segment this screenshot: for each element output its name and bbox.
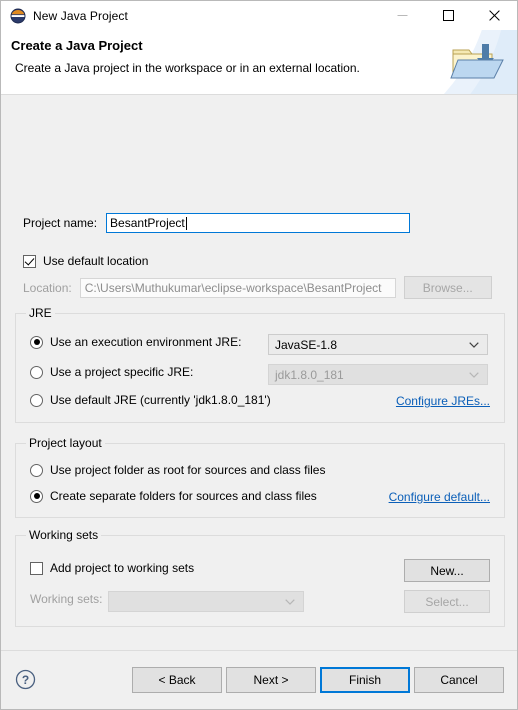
jre-project-specific-radio[interactable] <box>30 365 43 379</box>
jre-project-specific-value: jdk1.8.0_181 <box>275 367 344 382</box>
jre-group-title: JRE <box>26 306 55 320</box>
jre-option-default[interactable]: Use default JRE (currently 'jdk1.8.0_181… <box>30 393 271 407</box>
cancel-button[interactable]: Cancel <box>414 667 504 693</box>
new-working-set-button[interactable]: New... <box>404 559 490 582</box>
window-title: New Java Project <box>33 8 128 23</box>
jre-exec-env-radio[interactable] <box>30 335 43 349</box>
title-bar: New Java Project <box>1 1 517 30</box>
jre-group: JRE Use an execution environment JRE: Ja… <box>15 306 505 423</box>
jre-exec-env-combo[interactable]: JavaSE-1.8 <box>268 334 488 355</box>
use-default-location-label: Use default location <box>43 254 149 268</box>
location-input: C:\Users\Muthukumar\eclipse-workspace\Be… <box>79 277 396 298</box>
maximize-icon[interactable] <box>425 1 471 30</box>
jre-project-specific-label: Use a project specific JRE: <box>50 365 194 379</box>
working-sets-list-row: Working sets: <box>30 592 102 606</box>
layout-option-separate-folders[interactable]: Create separate folders for sources and … <box>30 489 317 503</box>
select-working-set-label: Select... <box>425 594 469 609</box>
back-label: < Back <box>158 673 196 687</box>
svg-text:?: ? <box>22 673 29 687</box>
help-icon[interactable]: ? <box>15 669 36 690</box>
browse-label: Browse... <box>422 280 473 295</box>
browse-button: Browse... <box>403 276 492 299</box>
use-default-location-row[interactable]: Use default location <box>23 254 148 268</box>
location-label: Location: <box>23 280 72 295</box>
layout-separate-folders-label: Create separate folders for sources and … <box>50 489 317 503</box>
layout-option-project-folder[interactable]: Use project folder as root for sources a… <box>30 463 325 477</box>
layout-separate-folders-radio[interactable] <box>30 489 43 503</box>
dialog-header: Create a Java Project Create a Java proj… <box>1 30 517 95</box>
working-sets-group: Working sets Add project to working sets… <box>15 528 505 627</box>
working-sets-combo <box>108 591 304 612</box>
back-button[interactable]: < Back <box>132 667 222 693</box>
java-project-icon <box>10 8 26 24</box>
chevron-down-icon <box>469 365 479 384</box>
close-icon[interactable] <box>471 1 517 30</box>
dialog-body: Project name: BesantProject Use default … <box>1 95 517 650</box>
add-to-working-sets-checkbox[interactable] <box>30 561 43 575</box>
next-button[interactable]: Next > <box>226 667 316 693</box>
jre-exec-env-label: Use an execution environment JRE: <box>50 335 242 349</box>
finish-label: Finish <box>348 673 381 687</box>
configure-jres-link[interactable]: Configure JREs... <box>396 394 490 408</box>
add-to-working-sets-label: Add project to working sets <box>50 561 195 575</box>
jre-default-radio[interactable] <box>30 393 43 407</box>
cancel-label: Cancel <box>440 673 478 687</box>
jre-exec-env-value: JavaSE-1.8 <box>275 337 338 352</box>
configure-default-link[interactable]: Configure default... <box>389 490 490 504</box>
page-description: Create a Java project in the workspace o… <box>15 61 360 75</box>
working-sets-group-title: Working sets <box>26 528 102 542</box>
project-name-value: BesantProject <box>110 216 185 230</box>
window-controls <box>379 1 517 30</box>
chevron-down-icon <box>285 592 295 611</box>
project-name-label: Project name: <box>23 216 98 230</box>
new-working-set-label: New... <box>430 563 464 578</box>
jre-project-specific-combo: jdk1.8.0_181 <box>268 364 488 385</box>
page-title: Create a Java Project <box>11 38 143 53</box>
chevron-down-icon <box>469 335 479 354</box>
project-name-input[interactable]: BesantProject <box>106 213 411 233</box>
new-java-project-dialog: New Java Project Create a Java Project C… <box>0 0 518 710</box>
new-folder-icon <box>450 44 504 79</box>
dialog-footer: ? < Back Next > Finish Cancel <box>1 650 517 709</box>
project-layout-group-title: Project layout <box>26 436 105 450</box>
footer-buttons: < Back Next > Finish Cancel <box>132 667 504 693</box>
finish-button[interactable]: Finish <box>320 667 410 693</box>
working-sets-list-label: Working sets: <box>30 592 103 606</box>
jre-option-execution-environment[interactable]: Use an execution environment JRE: <box>30 335 241 349</box>
location-row: Location: C:\Users\Muthukumar\eclipse-wo… <box>23 276 492 299</box>
add-to-working-sets-row[interactable]: Add project to working sets <box>30 561 194 575</box>
use-default-location-checkbox[interactable] <box>23 254 36 268</box>
select-working-set-button: Select... <box>404 590 490 613</box>
next-label: Next > <box>253 673 289 687</box>
layout-project-folder-radio[interactable] <box>30 463 43 477</box>
jre-default-label: Use default JRE (currently 'jdk1.8.0_181… <box>50 393 271 407</box>
project-layout-group: Project layout Use project folder as roo… <box>15 436 505 518</box>
location-value: C:\Users\Muthukumar\eclipse-workspace\Be… <box>84 280 382 295</box>
jre-option-project-specific[interactable]: Use a project specific JRE: <box>30 365 193 379</box>
text-caret <box>185 216 187 230</box>
project-name-row: Project name: BesantProject <box>23 213 411 233</box>
minimize-icon[interactable] <box>379 1 425 30</box>
layout-project-folder-label: Use project folder as root for sources a… <box>50 463 326 477</box>
